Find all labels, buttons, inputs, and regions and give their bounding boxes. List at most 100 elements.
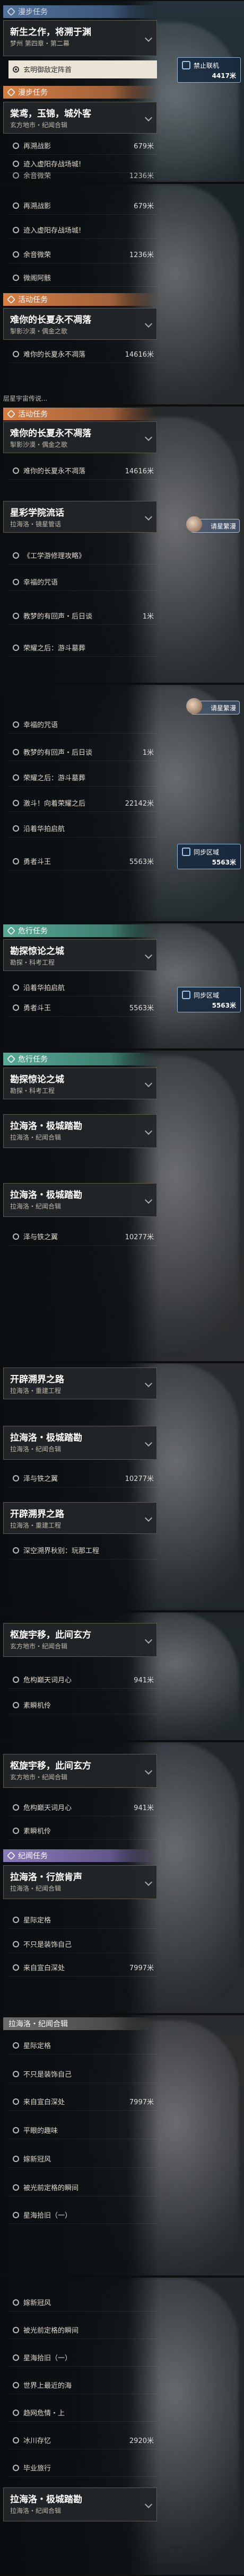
- step-icon: [13, 2042, 19, 2049]
- quest-step[interactable]: 嫁新冠风: [8, 2293, 157, 2312]
- sync-region-banner: 同步区域 5563米: [177, 844, 241, 869]
- quest-step[interactable]: 危构巅天词月心 941米: [8, 1671, 157, 1689]
- step-distance: 14616米: [125, 351, 154, 359]
- quest-step[interactable]: 冰川存忆 2920米: [8, 2431, 157, 2449]
- quest-step[interactable]: 素瞬机伶: [8, 1696, 157, 1714]
- quest-card[interactable]: 拉海洛・极城踏勘 拉海洛・纪闻合辑: [3, 1114, 157, 1148]
- quest-subtitle: 梦州 第四章・第二幕: [10, 40, 69, 47]
- quest-step[interactable]: 迹入虚阳存战场城!: [8, 221, 157, 239]
- quest-step[interactable]: 再溯战影 679米: [8, 197, 157, 215]
- quest-step[interactable]: 被光前定格的瞬间: [8, 2178, 157, 2196]
- step-icon: [13, 579, 19, 585]
- step-label: 幸福的咒语: [23, 579, 58, 587]
- category-header-collection[interactable]: 拉海洛・纪闻合辑: [3, 2017, 157, 2030]
- quest-step[interactable]: 不只是装饰自己: [8, 2065, 157, 2083]
- quest-step[interactable]: 沿着华拍启航: [8, 819, 157, 837]
- quest-card[interactable]: 勘探惊论之城 勘探・科考工程: [3, 939, 157, 971]
- quest-card[interactable]: 新生之作，将溯于渊 梦州 第四章・第二幕: [3, 20, 157, 56]
- quest-card[interactable]: 拉海洛・极城踏勘 拉海洛・纪闻合辑: [3, 1183, 157, 1217]
- step-icon: [13, 1233, 19, 1240]
- quest-card[interactable]: 枢旋宇移，此间玄方 玄方地市・纪闻合辑: [3, 1754, 157, 1788]
- step-distance: 679米: [134, 143, 154, 151]
- quest-step[interactable]: 星海拾旧（一）: [8, 2206, 157, 2224]
- quest-step[interactable]: 世界上最近的海: [8, 2376, 157, 2394]
- coop-request-badge[interactable]: 请星繁漫: [186, 698, 240, 714]
- quest-step[interactable]: 难你的长夏永不凋落 14616米: [8, 462, 157, 480]
- step-label: 教梦的有回声・后日谈: [23, 613, 93, 621]
- step-label: 难你的长夏永不凋落: [23, 351, 86, 359]
- quest-card[interactable]: 勘探惊论之城 勘探・科考工程: [3, 1068, 157, 1099]
- quest-step[interactable]: 星际定格: [8, 2036, 157, 2054]
- quest-category-icon: [7, 410, 15, 418]
- quest-title: 拉海洛・极城踏勘: [10, 1190, 82, 1201]
- quest-step[interactable]: 泽与铁之翼 10277米: [8, 1469, 157, 1487]
- badge-label: 请星繁漫: [210, 522, 236, 530]
- category-header-exploration[interactable]: 危行任务: [3, 924, 157, 937]
- quest-card[interactable]: 拉海洛・极城踏勘 拉海洛・纪闻合辑: [3, 1426, 157, 1460]
- quest-card[interactable]: 开辟溯界之路 拉海洛・重建工程: [3, 1368, 157, 1399]
- step-icon: [13, 1004, 19, 1011]
- quest-card[interactable]: 枢旋宇移，此间玄方 玄方地市・纪闻合辑: [3, 1623, 157, 1657]
- quest-step[interactable]: 再溯战影 679米: [8, 137, 157, 155]
- quest-step[interactable]: 星际定格: [8, 1911, 157, 1929]
- quest-step[interactable]: 来自宣白深处 7997米: [8, 2093, 157, 2111]
- quest-card[interactable]: 棠鸢，玉锦，城外客 玄方地市・纪闻合辑: [3, 102, 157, 134]
- quest-step[interactable]: 素瞬机伶: [8, 1822, 157, 1840]
- quest-step[interactable]: 毕业旅行: [8, 2459, 157, 2477]
- quest-step[interactable]: 幸福的咒语: [8, 716, 157, 734]
- coop-request-badge[interactable]: 请星繁漫: [186, 516, 240, 533]
- quest-step[interactable]: 沿着华拍启航: [8, 978, 157, 996]
- quest-step[interactable]: 危构巅天词月心 941米: [8, 1798, 157, 1816]
- quest-step[interactable]: 被光前定格的瞬间: [8, 2321, 157, 2339]
- category-header[interactable]: 漫步任务: [3, 5, 157, 18]
- quest-step[interactable]: 趋网危情・上: [8, 2404, 157, 2422]
- quest-step[interactable]: 余音微荣 1236米: [8, 166, 157, 182]
- category-header-event[interactable]: 活动任务: [3, 408, 157, 420]
- quest-step[interactable]: 来自宣白深处 7997米: [8, 1959, 157, 1977]
- quest-step[interactable]: 星海拾旧（一）: [8, 2349, 157, 2367]
- quest-title: 棠鸢，玉锦，城外客: [10, 109, 91, 119]
- screenshot-frame-6: 危行任务 勘探惊论之城 勘探・科考工程 拉海洛・极城踏勘 拉海洛・纪闻合辑 拉海…: [0, 1049, 244, 1362]
- quest-step-selected[interactable]: 玄明御敌定阵首: [8, 60, 157, 78]
- step-icon: [13, 2354, 19, 2361]
- quest-step[interactable]: 泽与铁之翼 10277米: [8, 1228, 157, 1246]
- quest-step[interactable]: 教梦的有回声・后日谈 1米: [8, 607, 157, 625]
- step-icon: [13, 1941, 19, 1947]
- step-label: 毕业旅行: [23, 2465, 51, 2473]
- quest-card[interactable]: 拉海洛・行旅肯声 拉海洛・纪闻合辑: [3, 1865, 157, 1899]
- quest-step[interactable]: 平眼的趣味: [8, 2121, 157, 2139]
- category-header-event[interactable]: 活动任务: [3, 293, 157, 306]
- quest-card[interactable]: 难你的长夏永不凋落 掣影沙漠・偶金之歌: [3, 421, 157, 453]
- quest-step[interactable]: 激斗！向着荣耀之后 22142米: [8, 794, 157, 812]
- quest-card[interactable]: 难你的长夏永不凋落 掣影沙漠・偶金之歌: [3, 308, 157, 340]
- step-label: 荣耀之后：游斗墓葬: [23, 774, 86, 782]
- step-label: 激斗！向着荣耀之后: [23, 800, 86, 808]
- category-header-daily[interactable]: 漫步任务: [3, 86, 157, 99]
- quest-step[interactable]: 《工学游修理攻略》: [8, 546, 157, 564]
- quest-step[interactable]: 教梦的有回声・后日谈 1米: [8, 743, 157, 761]
- quest-step[interactable]: 荣耀之后：游斗墓葬: [8, 769, 157, 787]
- quest-step[interactable]: 难你的长夏永不凋落 14616米: [8, 345, 157, 363]
- quest-step[interactable]: 不只是装饰自己: [8, 1935, 157, 1953]
- quest-title: 拉海洛・极城踏勘: [10, 1121, 82, 1132]
- step-label: 再溯战影: [23, 202, 51, 210]
- quest-step[interactable]: 微阁阿骸: [8, 269, 157, 287]
- quest-subtitle: 勘探・科考工程: [10, 959, 55, 966]
- quest-step[interactable]: 勇者斗王 5563米: [8, 852, 157, 870]
- quest-step[interactable]: 勇者斗王 5563米: [8, 999, 157, 1017]
- quest-step[interactable]: 余音微荣 1236米: [8, 245, 157, 263]
- step-distance: 5563米: [129, 858, 154, 866]
- quest-step[interactable]: 深空溯界秋别：玩那工程: [8, 1541, 157, 1559]
- quest-card[interactable]: 开辟溯界之路 拉海洛・重建工程: [3, 1502, 157, 1534]
- category-header-exploration[interactable]: 危行任务: [3, 1053, 157, 1065]
- step-icon: [13, 2127, 19, 2133]
- step-label: 星海拾旧（一）: [23, 2354, 72, 2362]
- quest-step[interactable]: 嫁新冠风: [8, 2150, 157, 2168]
- quest-step[interactable]: 荣耀之后：游斗墓葬: [8, 639, 157, 657]
- quest-card[interactable]: 星彩学院流话 拉海洛・镜星管话: [3, 501, 157, 533]
- step-label: 难你的长夏永不凋落: [23, 467, 86, 475]
- quest-step[interactable]: 幸福的咒语: [8, 573, 157, 591]
- quest-card[interactable]: 拉海洛・极城踏勘 拉海洛・纪闻合辑: [3, 2487, 157, 2521]
- category-header-lore[interactable]: 纪闻任务: [3, 1849, 157, 1862]
- banner-distance: 5563米: [212, 859, 236, 866]
